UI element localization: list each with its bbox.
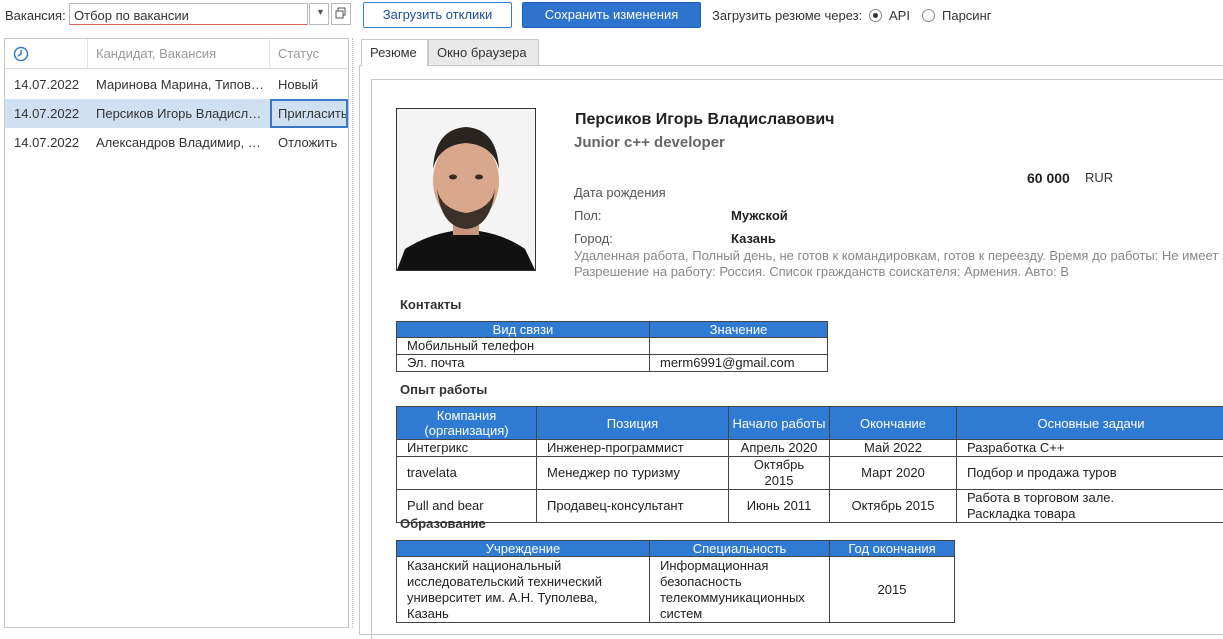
birth-date-label: Дата рождения: [574, 185, 666, 200]
chevron-down-icon: ▼: [316, 7, 325, 17]
contact-type: Эл. почта: [397, 355, 650, 372]
exp-company: Интегрикс: [397, 440, 537, 457]
row-status[interactable]: Пригласить: [270, 99, 348, 128]
row-candidate: Маринова Марина, Типов…: [96, 70, 266, 99]
contacts-header-type: Вид связи: [397, 322, 650, 338]
exp-tasks: Разработка С++: [957, 440, 1223, 457]
exp-tasks: Подбор и продажа туров: [957, 457, 1223, 490]
contacts-header-value: Значение: [650, 322, 828, 338]
row-status: Отложить: [278, 128, 337, 157]
candidates-list[interactable]: Кандидат, Вакансия Статус 14.07.2022 Мар…: [4, 38, 349, 628]
contact-value: merm6991@gmail.com: [650, 355, 828, 372]
city-value: Казань: [731, 231, 776, 246]
table-row[interactable]: 14.07.2022 Маринова Марина, Типов… Новый: [5, 70, 348, 99]
exp-start: Октябрь 2015: [729, 457, 830, 490]
edu-specialty: Информационная безопасность телекоммуник…: [650, 557, 830, 623]
experience-title: Опыт работы: [400, 382, 487, 397]
vacancy-filter-input[interactable]: Отбор по вакансии: [69, 3, 308, 25]
radio-api-label[interactable]: API: [889, 8, 910, 23]
contact-value: [650, 338, 828, 355]
contact-type: Мобильный телефон: [397, 338, 650, 355]
edu-header-year: Год окончания: [830, 541, 955, 557]
open-window-icon: [332, 4, 350, 24]
row-status: Новый: [278, 70, 318, 99]
radio-parsing-label[interactable]: Парсинг: [942, 8, 992, 23]
exp-end: Октябрь 2015: [830, 490, 957, 523]
exp-tasks: Работа в торговом зале. Раскладка товара: [957, 490, 1223, 523]
save-changes-button[interactable]: Сохранить изменения: [522, 2, 701, 28]
exp-header-company: Компания (организация): [397, 407, 537, 440]
salary-value: 60 000: [1027, 170, 1070, 186]
exp-start: Апрель 2020: [729, 440, 830, 457]
load-responses-button[interactable]: Загрузить отклики: [363, 2, 512, 28]
table-row[interactable]: 14.07.2022 Персиков Игорь Владисл… Пригл…: [5, 99, 348, 128]
exp-header-end: Окончание: [830, 407, 957, 440]
document-border-top: [371, 79, 1223, 80]
exp-start: Июнь 2011: [729, 490, 830, 523]
exp-header-start: Начало работы: [729, 407, 830, 440]
date-column-header[interactable]: [5, 39, 88, 69]
vacancy-open-button[interactable]: [331, 3, 351, 25]
contacts-title: Контакты: [400, 297, 461, 312]
row-candidate: Александров Владимир, …: [96, 128, 266, 157]
clock-icon: [13, 46, 29, 62]
load-via-label: Загрузить резюме через:: [712, 8, 862, 23]
radio-parsing[interactable]: [922, 9, 935, 22]
work-permit-notes: Разрешение на работу: Россия. Список гра…: [574, 264, 1069, 279]
row-date: 14.07.2022: [14, 128, 79, 157]
education-title: Образование: [400, 516, 486, 531]
edu-year: 2015: [830, 557, 955, 623]
vacancy-filter-value: Отбор по вакансии: [74, 8, 189, 23]
row-candidate: Персиков Игорь Владисл…: [96, 99, 266, 128]
vacancy-dropdown-button[interactable]: ▼: [309, 3, 329, 25]
row-date: 14.07.2022: [14, 99, 79, 128]
exp-position: Инженер-программист: [537, 440, 729, 457]
row-date: 14.07.2022: [14, 70, 79, 99]
contacts-table: Вид связи Значение Мобильный телефон Эл.…: [396, 321, 828, 372]
candidate-photo: [396, 108, 536, 271]
education-table: Учреждение Специальность Год окончания К…: [396, 540, 955, 623]
status-column-header[interactable]: Статус: [270, 39, 348, 69]
exp-end: Март 2020: [830, 457, 957, 490]
salary-currency: RUR: [1085, 170, 1113, 185]
candidate-position: Junior c++ developer: [574, 134, 725, 151]
panel-splitter[interactable]: [352, 38, 357, 628]
candidate-name: Персиков Игорь Владиславович: [575, 111, 834, 129]
exp-position: Менеджер по туризму: [537, 457, 729, 490]
exp-end: Май 2022: [830, 440, 957, 457]
vacancy-label: Вакансия:: [5, 8, 66, 23]
exp-header-tasks: Основные задачи: [957, 407, 1223, 440]
exp-position: Продавец-консультант: [537, 490, 729, 523]
exp-header-position: Позиция: [537, 407, 729, 440]
city-label: Город:: [574, 231, 613, 246]
exp-company: travelata: [397, 457, 537, 490]
edu-header-specialty: Специальность: [650, 541, 830, 557]
table-row[interactable]: 14.07.2022 Александров Владимир, … Отлож…: [5, 128, 348, 157]
gender-value: Мужской: [731, 208, 788, 223]
radio-api[interactable]: [869, 9, 882, 22]
experience-table: Компания (организация) Позиция Начало ра…: [396, 406, 1223, 523]
gender-label: Пол:: [574, 208, 602, 223]
tab-resume[interactable]: Резюме: [361, 39, 428, 66]
tab-browser-window[interactable]: Окно браузера: [428, 39, 539, 66]
employment-notes: Удаленная работа, Полный день, не готов …: [574, 248, 1223, 263]
edu-header-institution: Учреждение: [397, 541, 650, 557]
document-border-left: [371, 79, 372, 639]
candidate-column-header[interactable]: Кандидат, Вакансия: [88, 39, 270, 69]
edu-institution: Казанский национальный исследовательский…: [397, 557, 650, 623]
